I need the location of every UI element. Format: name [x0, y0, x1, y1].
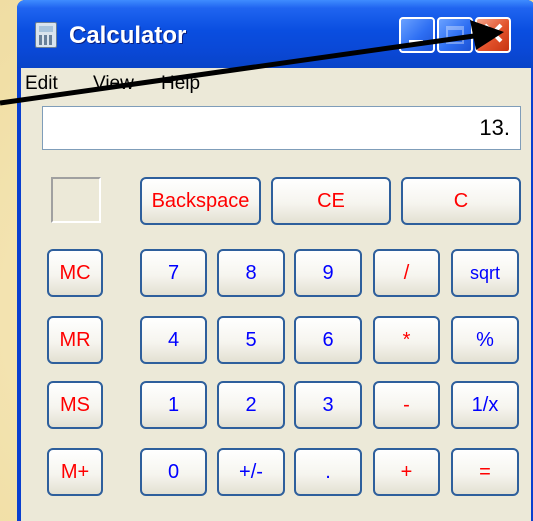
- reciprocal-button[interactable]: 1/x: [451, 381, 519, 429]
- sqrt-button[interactable]: sqrt: [451, 249, 519, 297]
- maximize-button[interactable]: [437, 17, 473, 53]
- maximize-icon: [446, 26, 464, 44]
- percent-button[interactable]: %: [451, 316, 519, 364]
- minimize-button[interactable]: [399, 17, 435, 53]
- divide-button[interactable]: /: [373, 249, 440, 297]
- display-field: 13.: [42, 106, 521, 150]
- backspace-button[interactable]: Backspace: [140, 177, 261, 225]
- digit-7-button[interactable]: 7: [140, 249, 207, 297]
- calculator-window: Calculator ✕ Edit View Help 13. Backspac…: [17, 0, 533, 521]
- digit-3-button[interactable]: 3: [294, 381, 362, 429]
- calculator-body: Edit View Help 13. Backspace CE C MC 7 8…: [21, 68, 531, 521]
- digit-9-button[interactable]: 9: [294, 249, 362, 297]
- digit-1-button[interactable]: 1: [140, 381, 207, 429]
- digit-8-button[interactable]: 8: [217, 249, 285, 297]
- add-button[interactable]: +: [373, 448, 440, 496]
- minimize-icon: [409, 40, 423, 44]
- digit-2-button[interactable]: 2: [217, 381, 285, 429]
- memory-indicator: [51, 177, 101, 223]
- c-button[interactable]: C: [401, 177, 521, 225]
- menu-help[interactable]: Help: [161, 73, 200, 95]
- digit-0-button[interactable]: 0: [140, 448, 207, 496]
- menu-edit[interactable]: Edit: [25, 73, 58, 95]
- window-title: Calculator: [69, 22, 187, 49]
- menu-view[interactable]: View: [93, 73, 134, 95]
- ms-button[interactable]: MS: [47, 381, 103, 429]
- mc-button[interactable]: MC: [47, 249, 103, 297]
- m-plus-button[interactable]: M+: [47, 448, 103, 496]
- calculator-icon: [35, 22, 57, 48]
- close-icon: ✕: [480, 18, 506, 51]
- digit-5-button[interactable]: 5: [217, 316, 285, 364]
- mr-button[interactable]: MR: [47, 316, 103, 364]
- equals-button[interactable]: =: [451, 448, 519, 496]
- ce-button[interactable]: CE: [271, 177, 391, 225]
- digit-4-button[interactable]: 4: [140, 316, 207, 364]
- decimal-button[interactable]: .: [294, 448, 362, 496]
- subtract-button[interactable]: -: [373, 381, 440, 429]
- digit-6-button[interactable]: 6: [294, 316, 362, 364]
- close-button[interactable]: ✕: [475, 17, 511, 53]
- title-bar[interactable]: Calculator ✕: [17, 0, 533, 68]
- multiply-button[interactable]: *: [373, 316, 440, 364]
- sign-toggle-button[interactable]: +/-: [217, 448, 285, 496]
- menu-bar: Edit View Help: [21, 68, 531, 98]
